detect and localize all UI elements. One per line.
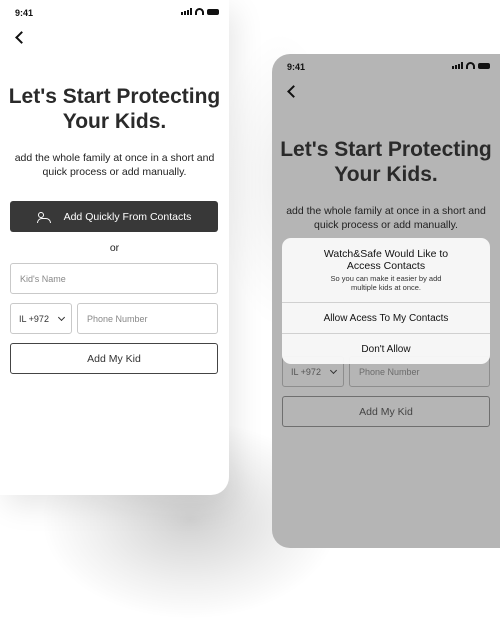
add-from-contacts-button[interactable]: Add Quickly From Contacts (10, 201, 218, 232)
phone-screen-contacts-permission: 9:41 Let's Start Protecting Your Kids. a… (272, 54, 500, 548)
dialog-message: So you can make it easier by add multipl… (282, 274, 490, 292)
allow-contacts-button[interactable]: Allow Acess To My Contacts (282, 302, 490, 333)
add-my-kid-label: Add My Kid (87, 352, 141, 365)
add-my-kid-label: Add My Kid (359, 405, 413, 418)
contacts-permission-dialog: Watch&Safe Would Like to Access Contacts… (282, 238, 490, 364)
country-code-select[interactable]: IL +972 (10, 303, 72, 334)
kid-name-placeholder: Kid's Name (20, 273, 66, 284)
page-subtitle: add the whole family at once in a short … (0, 151, 229, 179)
page-subtitle-line1: add the whole family at once in a short … (286, 205, 486, 217)
phone-number-placeholder: Phone Number (359, 366, 420, 377)
status-bar: 9:41 (0, 0, 229, 24)
signal-icon (452, 62, 463, 69)
chevron-down-icon (57, 313, 65, 321)
country-code-value: IL +972 (19, 313, 49, 324)
dont-allow-button[interactable]: Don't Allow (282, 333, 490, 364)
wifi-icon (195, 8, 204, 15)
dialog-message-line1: So you can make it easier by add (330, 274, 442, 283)
chevron-down-icon (329, 366, 337, 374)
phone-number-input[interactable]: Phone Number (77, 303, 218, 334)
page-title-line1: Let's Start Protecting (280, 138, 492, 161)
add-my-kid-button[interactable]: Add My Kid (10, 343, 218, 374)
page-title-line1: Let's Start Protecting (8, 85, 221, 108)
back-arrow-icon[interactable] (287, 85, 297, 97)
country-code-value: IL +972 (291, 366, 321, 377)
page-subtitle: add the whole family at once in a short … (272, 204, 500, 232)
phone-number-placeholder: Phone Number (87, 313, 148, 324)
battery-icon (207, 8, 219, 15)
add-from-contacts-label: Add Quickly From Contacts (63, 210, 192, 223)
battery-icon (478, 62, 490, 69)
contacts-icon (36, 211, 51, 223)
page-subtitle-line2: quick process or add manually. (314, 219, 458, 231)
status-bar: 9:41 (272, 54, 500, 78)
page-title-line2: Your Kids. (334, 163, 438, 186)
back-arrow-icon[interactable] (15, 31, 25, 43)
page-subtitle-line2: quick process or add manually. (42, 166, 187, 178)
kid-name-input[interactable]: Kid's Name (10, 263, 218, 294)
phone-screen-add-kid: 9:41 Let's Start Protecting Your Kids. a… (0, 0, 229, 495)
allow-contacts-label: Allow Acess To My Contacts (323, 312, 449, 324)
or-divider: or (109, 242, 120, 254)
dialog-title-line2: Access Contacts (346, 260, 426, 272)
status-time: 9:41 (15, 8, 34, 18)
status-time: 9:41 (287, 62, 306, 72)
page-title: Let's Start Protecting Your Kids. (272, 137, 500, 187)
page-title: Let's Start Protecting Your Kids. (0, 84, 229, 134)
dont-allow-label: Don't Allow (361, 343, 411, 355)
wifi-icon (466, 62, 475, 69)
page-title-line2: Your Kids. (62, 110, 167, 133)
dialog-title: Watch&Safe Would Like to Access Contacts (282, 248, 490, 272)
page-subtitle-line1: add the whole family at once in a short … (14, 152, 215, 164)
add-my-kid-button[interactable]: Add My Kid (282, 396, 490, 427)
dialog-title-line1: Watch&Safe Would Like to (323, 248, 449, 260)
signal-icon (181, 8, 192, 15)
dialog-message-line2: multiple kids at once. (350, 283, 422, 292)
